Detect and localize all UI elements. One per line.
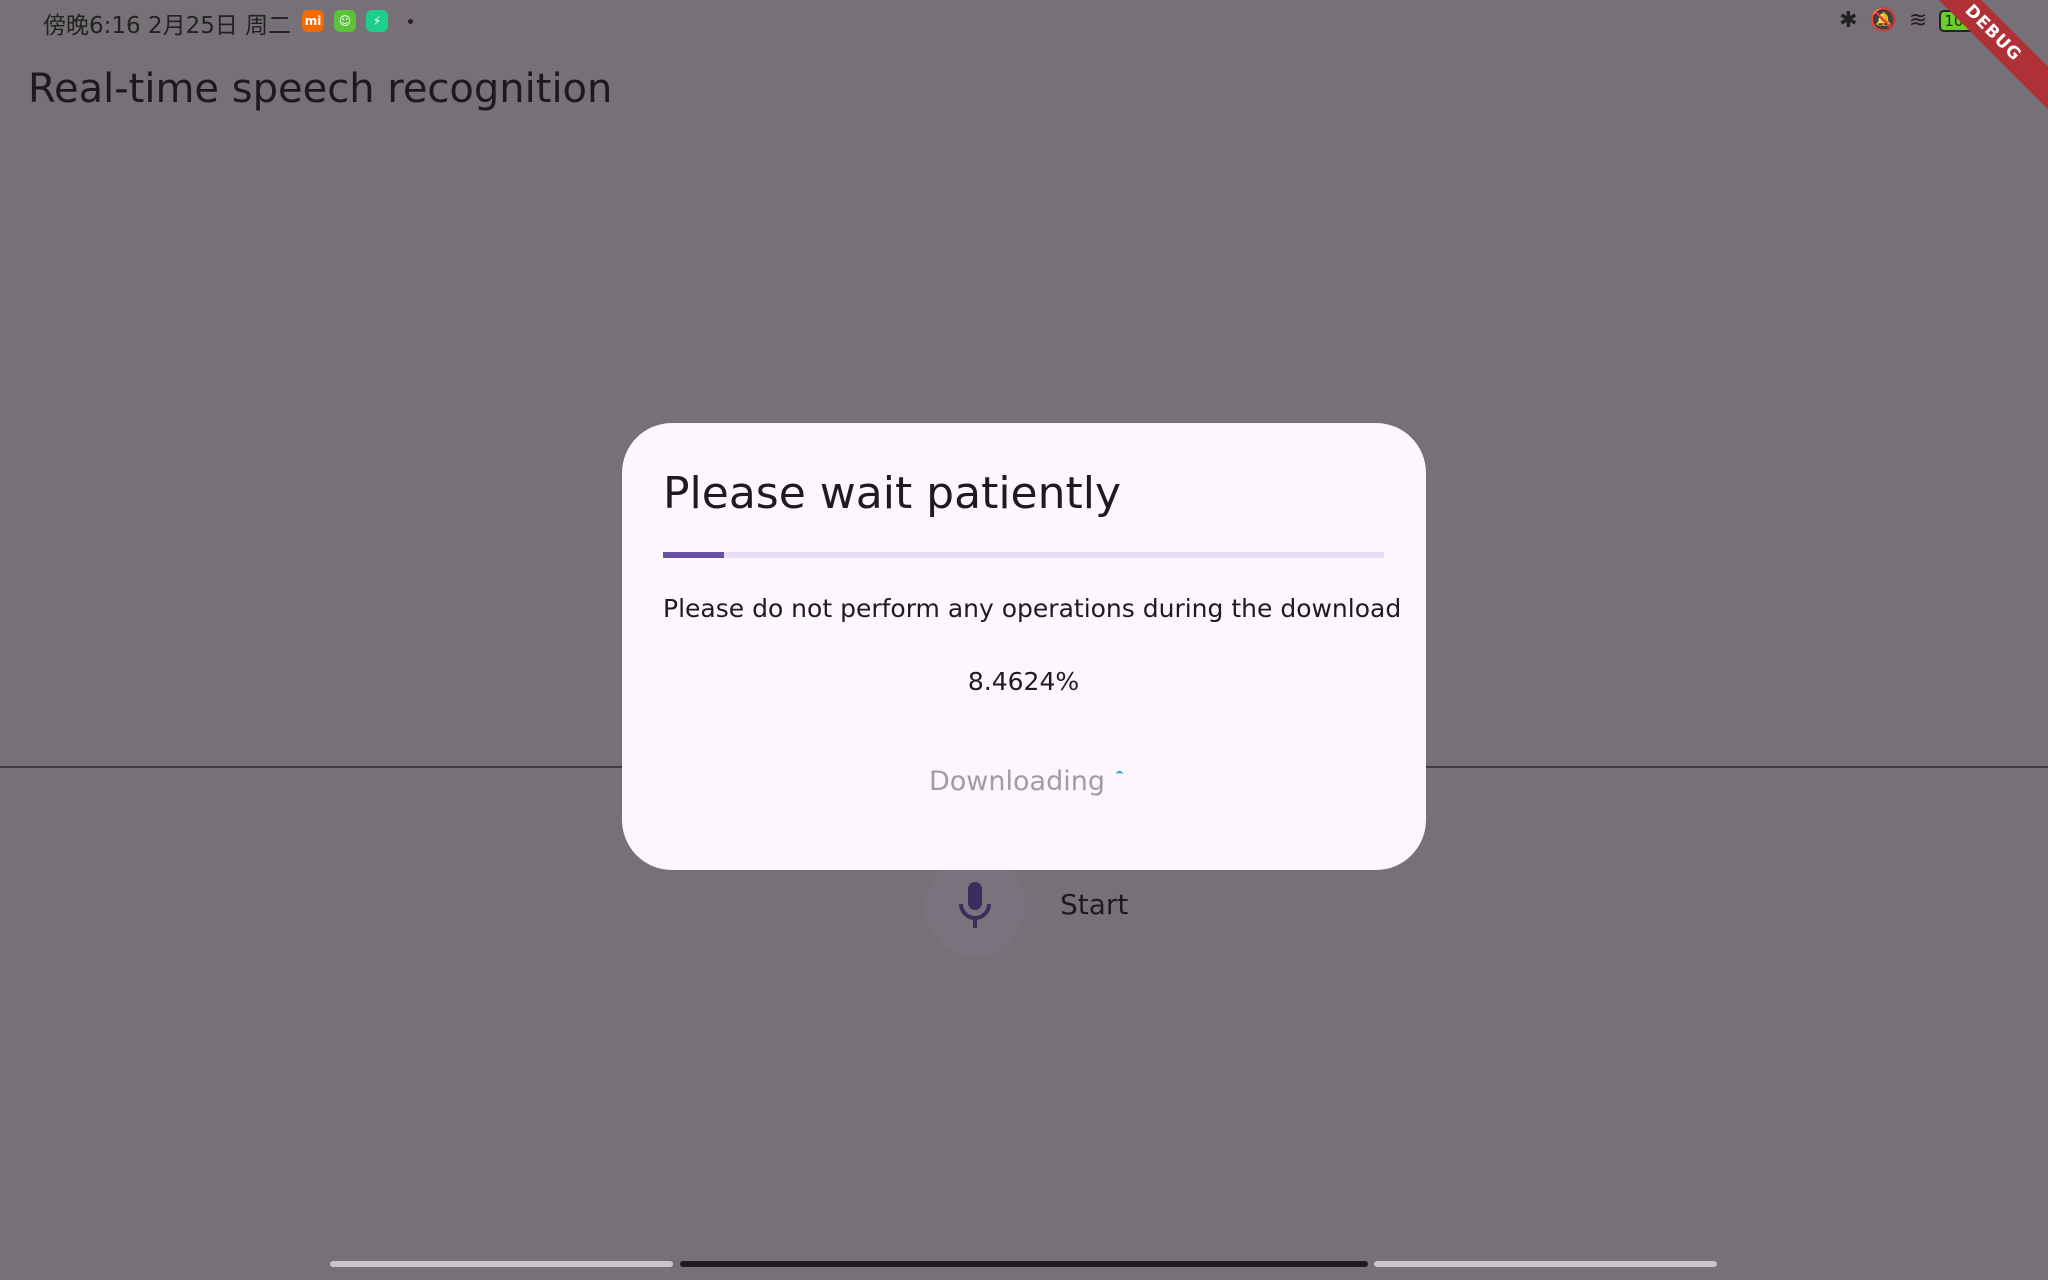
bluetooth-icon: ✱ [1839,8,1858,33]
security-shield-icon: ⚡ [366,10,388,32]
dialog-message: Please do not perform any operations dur… [663,594,1402,623]
android-app-icon: ☺ [334,10,356,32]
download-dialog: Please wait patiently Please do not perf… [622,423,1426,870]
dialog-title: Please wait patiently [663,468,1122,519]
download-progress-bar [663,552,1384,558]
mi-icon: mi [302,10,324,32]
microphone-icon [959,882,991,928]
downloading-button: Downloading [929,766,1105,797]
status-time-date: 傍晚6:16 2月25日 周二 [43,13,292,39]
nav-segment-right [1374,1261,1717,1267]
nav-segment-left [330,1261,673,1267]
mic-button[interactable] [925,856,1025,956]
progress-percent: 8.4624% [967,667,1080,696]
home-indicator[interactable] [680,1261,1368,1267]
loading-spinner-icon [1116,771,1123,778]
wifi-icon: ≋ [1908,8,1928,33]
page-title: Real-time speech recognition [28,66,613,112]
bell-muted-icon: 🔕 [1869,8,1897,33]
notification-dot-icon [408,19,413,24]
progress-fill [663,552,724,558]
start-label[interactable]: Start [1060,888,1128,921]
